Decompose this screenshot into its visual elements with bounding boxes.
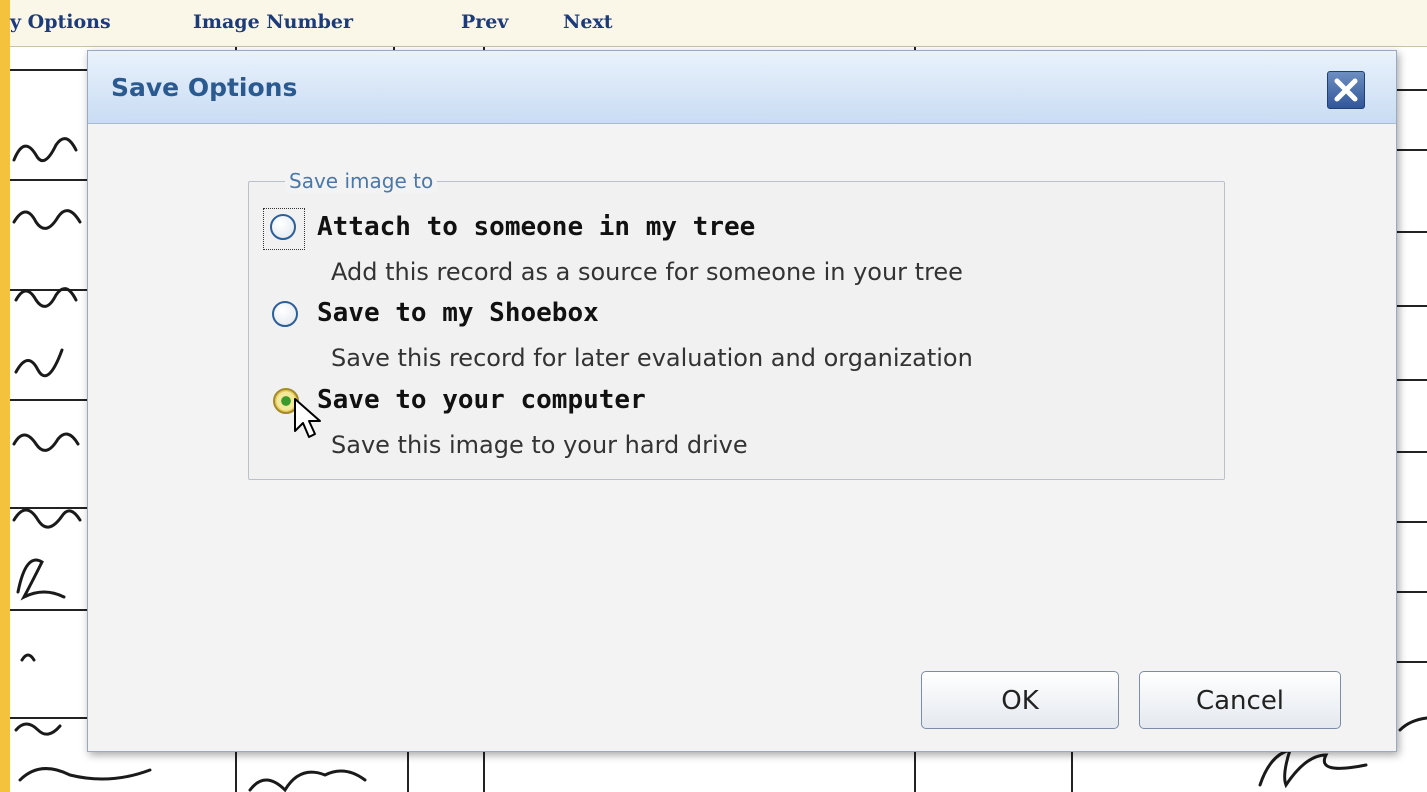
save-to-computer-label[interactable]: Save to your computer <box>317 385 646 415</box>
dialog-title: Save Options <box>111 73 298 102</box>
attach-to-tree-label[interactable]: Attach to someone in my tree <box>317 212 755 242</box>
cancel-button[interactable]: Cancel <box>1139 671 1341 729</box>
save-image-to-group: Save image to Attach to someone in my tr… <box>248 169 1225 480</box>
mouse-pointer-icon <box>294 398 321 438</box>
save-options-dialog: Save Options Save image to Attach to som… <box>87 50 1397 752</box>
attach-to-tree-description: Add this record as a source for someone … <box>331 258 963 286</box>
next-link[interactable]: Next <box>563 11 613 33</box>
save-to-shoebox-description: Save this record for later evaluation an… <box>331 344 973 372</box>
prev-link[interactable]: Prev <box>461 11 508 33</box>
options-menu-link[interactable]: y Options <box>10 11 111 33</box>
dialog-title-bar[interactable]: Save Options <box>88 51 1396 124</box>
close-icon <box>1334 78 1358 102</box>
image-number-link[interactable]: Image Number <box>193 11 353 33</box>
group-legend: Save image to <box>285 169 438 193</box>
viewer-toolbar: y Options Image Number Prev Next <box>10 0 1427 47</box>
save-to-shoebox-label[interactable]: Save to my Shoebox <box>317 298 599 328</box>
close-button[interactable] <box>1327 71 1365 109</box>
ok-button[interactable]: OK <box>921 671 1119 729</box>
attach-to-tree-radio[interactable] <box>270 214 296 240</box>
save-to-computer-description: Save this image to your hard drive <box>331 431 748 459</box>
save-to-shoebox-radio[interactable] <box>272 301 298 327</box>
